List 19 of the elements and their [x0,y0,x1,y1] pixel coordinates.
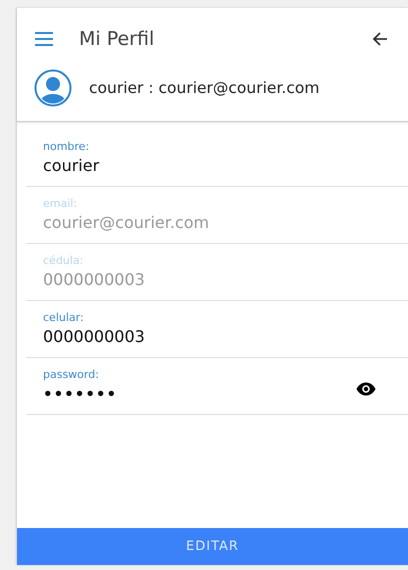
avatar-icon [34,69,72,107]
form-field[interactable]: nombre: courier [26,130,408,187]
field-value: courier [43,154,100,176]
page-title: Mi Perfil [79,28,156,50]
back-arrow-icon[interactable] [372,31,388,47]
field-value: ••••••• [43,384,118,404]
field-label: celular: [43,310,85,324]
form-field[interactable]: celular: 0000000003 [26,301,408,358]
field-label: email: [43,196,78,210]
user-label: courier : courier@courier.com [89,79,320,97]
field-label: cédula: [43,252,84,268]
menu-icon[interactable] [35,32,53,46]
field-value: 0000000003 [43,268,146,290]
field-label: nombre: [43,138,90,154]
form-field[interactable]: password: ••••••• [26,358,408,415]
field-label: password: [43,366,100,382]
eye-icon[interactable] [356,382,376,396]
field-value: courier@courier.com [43,212,210,234]
field-value: 0000000003 [43,326,146,348]
